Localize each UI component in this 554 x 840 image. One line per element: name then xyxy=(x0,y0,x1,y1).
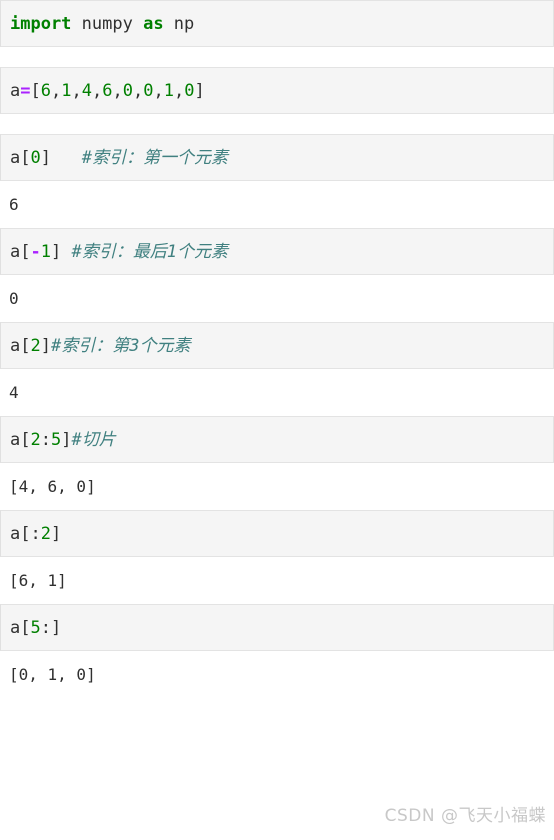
code-text: a[2:5]#切片 xyxy=(10,430,116,450)
code-cell-output: 4 xyxy=(0,369,554,416)
code-cell-input[interactable]: import numpy as np xyxy=(0,0,554,47)
code-text: import numpy as np xyxy=(10,14,194,34)
code-cell-input[interactable]: a[:2] xyxy=(0,510,554,557)
code-token-punct: , xyxy=(133,80,144,101)
code-token-punct: , xyxy=(153,80,164,101)
code-token-punct: , xyxy=(51,80,62,101)
code-token-punct: ] xyxy=(51,617,62,638)
code-token-punct: , xyxy=(71,80,82,101)
code-token-punct: [ xyxy=(20,147,31,168)
code-token-name: numpy xyxy=(71,13,144,34)
code-token-name: a xyxy=(10,335,21,356)
code-token-punct: ] xyxy=(194,80,205,101)
output-text: 4 xyxy=(9,382,19,402)
code-token-num: 4 xyxy=(81,80,92,101)
code-token-num: 1 xyxy=(61,80,72,101)
code-text: a[2]#索引：第3个元素 xyxy=(10,336,190,356)
code-token-punct: [ xyxy=(20,617,31,638)
code-token-kw: as xyxy=(143,13,164,34)
code-token-num: 2 xyxy=(30,429,41,450)
code-token-kw: import xyxy=(10,13,72,34)
code-token-punct: [ xyxy=(20,335,31,356)
code-token-name: a xyxy=(10,429,21,450)
code-cell-output: [4, 6, 0] xyxy=(0,463,554,510)
output-text: 6 xyxy=(9,194,19,214)
code-token-num: 0 xyxy=(122,80,133,101)
code-token-punct: [ xyxy=(20,523,31,544)
output-text: 0 xyxy=(9,288,19,308)
code-token-op: - xyxy=(30,241,41,262)
code-token-name: a xyxy=(10,147,21,168)
code-token-num: 1 xyxy=(40,241,51,262)
code-token-punct: : xyxy=(30,523,41,544)
code-token-num: 2 xyxy=(30,335,41,356)
output-text: [4, 6, 0] xyxy=(9,476,96,496)
code-token-op: = xyxy=(20,80,31,101)
code-token-num: 5 xyxy=(51,429,62,450)
code-token-punct: , xyxy=(92,80,103,101)
code-token-punct xyxy=(51,148,82,168)
code-cell-input[interactable]: a=[6,1,4,6,0,0,1,0] xyxy=(0,67,554,114)
code-cell-input[interactable]: a[-1] #索引：最后1个元素 xyxy=(0,228,554,275)
notebook-cell-list: import numpy as np a=[6,1,4,6,0,0,1,0] a[0… xyxy=(0,0,554,698)
code-token-num: 6 xyxy=(40,80,51,101)
code-cell-input[interactable]: a[5:] xyxy=(0,604,554,651)
code-cell-output: 6 xyxy=(0,181,554,228)
code-token-num: 0 xyxy=(30,147,41,168)
code-token-punct: ] xyxy=(40,147,51,168)
code-token-comment: #索引：最后1个元素 xyxy=(71,241,228,262)
code-token-punct: : xyxy=(40,429,51,450)
code-token-punct: ] xyxy=(40,335,51,356)
code-token-comment: #索引：第3个元素 xyxy=(51,335,191,356)
code-text: a[0] #索引：第一个元素 xyxy=(10,148,228,168)
code-cell-input[interactable]: a[2:5]#切片 xyxy=(0,416,554,463)
cell-spacer xyxy=(0,114,554,134)
code-token-name: np xyxy=(163,13,195,34)
code-token-punct xyxy=(61,242,71,262)
code-cell-output: 0 xyxy=(0,275,554,322)
output-text: [6, 1] xyxy=(9,570,67,590)
code-token-num: 0 xyxy=(184,80,195,101)
code-token-comment: #切片 xyxy=(71,429,116,450)
csdn-watermark: CSDN @飞天小福蝶 xyxy=(384,806,546,826)
code-text: a[-1] #索引：最后1个元素 xyxy=(10,242,228,262)
code-cell-input[interactable]: a[2]#索引：第3个元素 xyxy=(0,322,554,369)
code-token-punct: ] xyxy=(51,523,62,544)
code-token-name: a xyxy=(10,617,21,638)
code-cell-input[interactable]: a[0] #索引：第一个元素 xyxy=(0,134,554,181)
code-token-punct: [ xyxy=(20,429,31,450)
code-token-name: a xyxy=(10,523,21,544)
code-token-num: 1 xyxy=(163,80,174,101)
code-token-punct: ] xyxy=(61,429,72,450)
code-token-punct: [ xyxy=(20,241,31,262)
code-token-punct: ] xyxy=(51,241,62,262)
cell-spacer xyxy=(0,47,554,67)
code-cell-output: [6, 1] xyxy=(0,557,554,604)
code-cell-output: [0, 1, 0] xyxy=(0,651,554,698)
code-text: a[5:] xyxy=(10,618,61,638)
code-token-punct: , xyxy=(174,80,185,101)
code-token-num: 2 xyxy=(40,523,51,544)
code-text: a[:2] xyxy=(10,524,61,544)
code-token-name: a xyxy=(10,241,21,262)
output-text: [0, 1, 0] xyxy=(9,664,96,684)
code-token-punct: : xyxy=(40,617,51,638)
code-token-num: 0 xyxy=(143,80,154,101)
code-token-num: 5 xyxy=(30,617,41,638)
code-token-comment: #索引：第一个元素 xyxy=(81,147,228,168)
code-token-punct: , xyxy=(112,80,123,101)
code-text: a=[6,1,4,6,0,0,1,0] xyxy=(10,81,205,101)
code-token-punct: [ xyxy=(30,80,41,101)
code-token-name: a xyxy=(10,80,21,101)
code-token-num: 6 xyxy=(102,80,113,101)
